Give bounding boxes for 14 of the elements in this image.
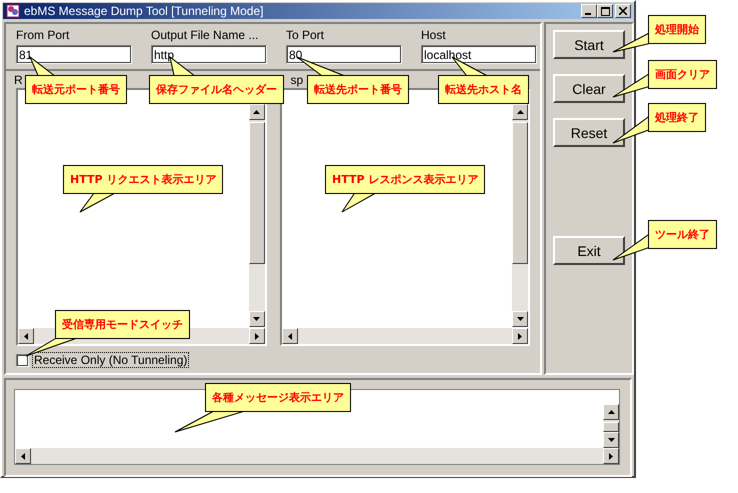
window-title: ebMS Message Dump Tool [Tunneling Mode] [24,4,264,18]
pane-label: R [14,73,23,88]
callout: 転送先ポート番号 [307,75,409,104]
field-label: Host [421,28,447,42]
callout: ツール終了 [648,220,717,249]
pane-label: sp [290,73,304,88]
callout: 画面クリア [648,60,717,89]
callout: 各種メッセージ表示エリア [205,383,351,412]
callout: 受信専用モードスイッチ [55,310,190,339]
callout: 処理開始 [648,15,706,44]
field-label: To Port [286,28,326,42]
callout: 処理終了 [648,103,706,132]
field-label: Output File Name ... [151,28,260,42]
field-label: From Port [16,28,70,42]
